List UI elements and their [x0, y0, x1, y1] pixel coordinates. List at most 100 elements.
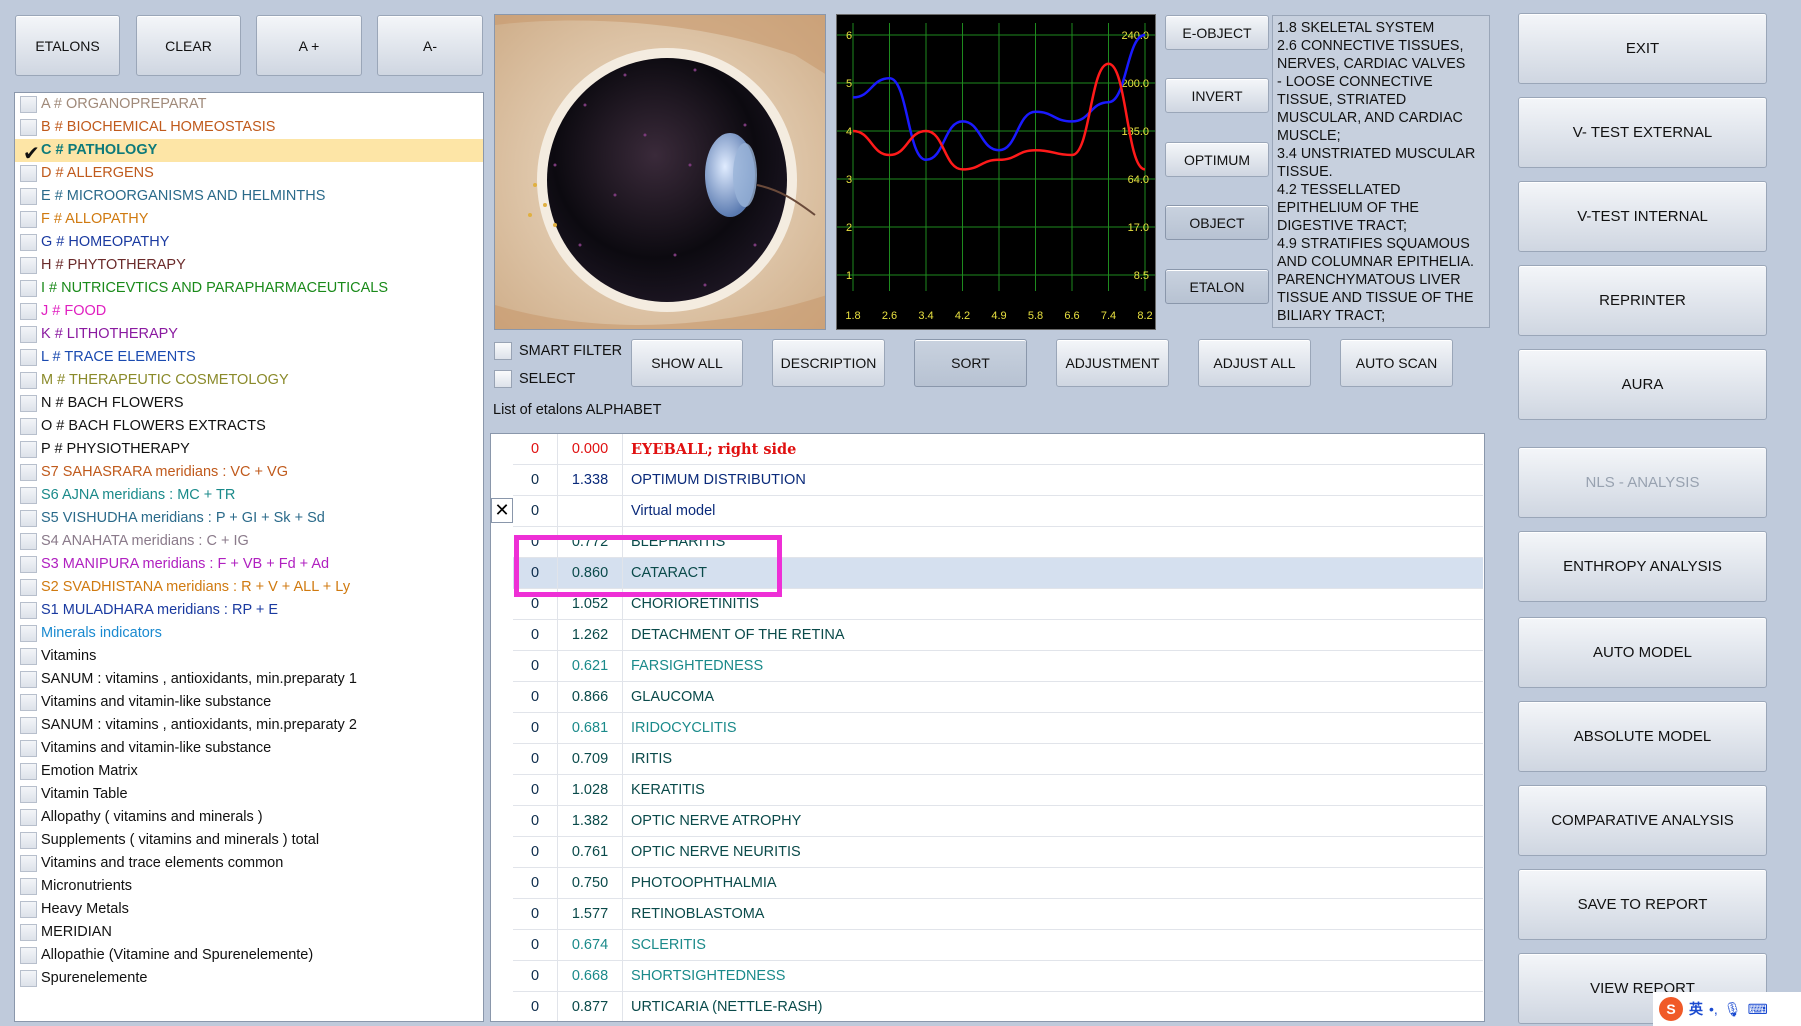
- category-item[interactable]: SANUM : vitamins , antioxidants, min.pre…: [15, 668, 483, 691]
- exit-button[interactable]: EXIT: [1518, 13, 1767, 84]
- category-checkbox[interactable]: [20, 809, 37, 826]
- category-checkbox[interactable]: [20, 257, 37, 274]
- category-checkbox[interactable]: [20, 901, 37, 918]
- select-checkbox[interactable]: SELECT: [494, 370, 575, 388]
- table-row[interactable]: 0 1.577 RETINOBLASTOMA: [513, 899, 1483, 930]
- checkbox-box[interactable]: [494, 370, 512, 388]
- category-checkbox[interactable]: [20, 464, 37, 481]
- table-row[interactable]: 0 0.860 CATARACT: [513, 558, 1483, 589]
- checkbox-box[interactable]: [494, 342, 512, 360]
- category-item[interactable]: E # MICROORGANISMS AND HELMINTHS: [15, 185, 483, 208]
- adjustment-button[interactable]: ADJUSTMENT: [1056, 339, 1169, 387]
- category-item[interactable]: A # ORGANOPREPARAT: [15, 93, 483, 116]
- category-item[interactable]: S3 MANIPURA meridians : F + VB + Fd + Ad: [15, 553, 483, 576]
- table-row[interactable]: 0 0.772 BLEPHARITIS: [513, 527, 1483, 558]
- category-item[interactable]: Vitamins and vitamin-like substance: [15, 691, 483, 714]
- category-item[interactable]: K # LITHOTHERAPY: [15, 323, 483, 346]
- category-item[interactable]: L # TRACE ELEMENTS: [15, 346, 483, 369]
- category-checkbox[interactable]: [20, 671, 37, 688]
- category-item[interactable]: ✔ C # PATHOLOGY: [15, 139, 483, 165]
- category-checkbox[interactable]: [20, 602, 37, 619]
- table-row[interactable]: 0 1.052 CHORIORETINITIS: [513, 589, 1483, 620]
- etalon-button[interactable]: ETALON: [1165, 269, 1269, 304]
- category-checkbox[interactable]: [20, 165, 37, 182]
- category-checkbox[interactable]: [20, 625, 37, 642]
- etalon-table[interactable]: 0 0.000 EYEBALL; right side 0 1.338 OPTIMUM D…: [490, 433, 1485, 1022]
- category-item[interactable]: G # HOMEOPATHY: [15, 231, 483, 254]
- table-row[interactable]: 0 0.668 SHORTSIGHTEDNESS: [513, 961, 1483, 992]
- category-item[interactable]: S7 SAHASRARA meridians : VC + VG: [15, 461, 483, 484]
- category-item[interactable]: SANUM : vitamins , antioxidants, min.pre…: [15, 714, 483, 737]
- punctuation-icon[interactable]: •,: [1709, 1001, 1718, 1017]
- smart-filter-checkbox[interactable]: SMART FILTER: [494, 342, 622, 360]
- auto-model-button[interactable]: AUTO MODEL: [1518, 617, 1767, 688]
- category-checkbox[interactable]: ✔: [20, 142, 40, 165]
- category-item[interactable]: Minerals indicators: [15, 622, 483, 645]
- category-item[interactable]: Allopathy ( vitamins and minerals ): [15, 806, 483, 829]
- category-item[interactable]: Allopathie (Vitamine and Spurenelemente): [15, 944, 483, 967]
- auto-scan-button[interactable]: AUTO SCAN: [1340, 339, 1453, 387]
- category-checkbox[interactable]: [20, 533, 37, 550]
- category-item[interactable]: I # NUTRICEVTICS AND PARAPHARMACEUTICALS: [15, 277, 483, 300]
- category-checkbox[interactable]: [20, 441, 37, 458]
- category-checkbox[interactable]: [20, 878, 37, 895]
- table-row[interactable]: 0 1.338 OPTIMUM DISTRIBUTION: [513, 465, 1483, 496]
- category-item[interactable]: MERIDIAN: [15, 921, 483, 944]
- category-checkbox[interactable]: [20, 648, 37, 665]
- v-test-internal-button[interactable]: V-TEST INTERNAL: [1518, 181, 1767, 252]
- category-item[interactable]: S5 VISHUDHA meridians : P + GI + Sk + Sd: [15, 507, 483, 530]
- category-checkbox[interactable]: [20, 694, 37, 711]
- a-plus-button[interactable]: A +: [256, 15, 362, 76]
- category-checkbox[interactable]: [20, 303, 37, 320]
- table-row[interactable]: 0 1.382 OPTIC NERVE ATROPHY: [513, 806, 1483, 837]
- category-checkbox[interactable]: [20, 740, 37, 757]
- category-checkbox[interactable]: [20, 579, 37, 596]
- category-item[interactable]: S2 SVADHISTANA meridians : R + V + ALL +…: [15, 576, 483, 599]
- nls-analysis-button[interactable]: NLS - ANALYSIS: [1518, 447, 1767, 518]
- category-item[interactable]: Supplements ( vitamins and minerals ) to…: [15, 829, 483, 852]
- category-item[interactable]: Spurenelemente: [15, 967, 483, 990]
- category-item[interactable]: Micronutrients: [15, 875, 483, 898]
- category-item[interactable]: O # BACH FLOWERS EXTRACTS: [15, 415, 483, 438]
- table-row[interactable]: 0 0.877 URTICARIA (NETTLE-RASH): [513, 992, 1483, 1021]
- category-item[interactable]: S4 ANAHATA meridians : C + IG: [15, 530, 483, 553]
- table-row[interactable]: 0 0.674 SCLERITIS: [513, 930, 1483, 961]
- sort-button[interactable]: SORT: [914, 339, 1027, 387]
- category-item[interactable]: Heavy Metals: [15, 898, 483, 921]
- category-item[interactable]: F # ALLOPATHY: [15, 208, 483, 231]
- v-test-external-button[interactable]: V- TEST EXTERNAL: [1518, 97, 1767, 168]
- category-checkbox[interactable]: [20, 280, 37, 297]
- category-checkbox[interactable]: [20, 487, 37, 504]
- close-icon[interactable]: ✕: [491, 498, 513, 523]
- table-row[interactable]: 0 1.262 DETACHMENT OF THE RETINA: [513, 620, 1483, 651]
- category-checkbox[interactable]: [20, 418, 37, 435]
- category-checkbox[interactable]: [20, 349, 37, 366]
- keyboard-icon[interactable]: ⌨: [1748, 1001, 1768, 1018]
- save-to-report-button[interactable]: SAVE TO REPORT: [1518, 869, 1767, 940]
- category-checkbox[interactable]: [20, 395, 37, 412]
- ime-logo-icon[interactable]: S: [1659, 997, 1683, 1021]
- enthropy-analysis-button[interactable]: ENTHROPY ANALYSIS: [1518, 531, 1767, 602]
- category-checkbox[interactable]: [20, 326, 37, 343]
- category-checkbox[interactable]: [20, 119, 37, 136]
- category-checkbox[interactable]: [20, 211, 37, 228]
- category-item[interactable]: P # PHYSIOTHERAPY: [15, 438, 483, 461]
- category-checkbox[interactable]: [20, 234, 37, 251]
- category-item[interactable]: D # ALLERGENS: [15, 162, 483, 185]
- category-checkbox[interactable]: [20, 947, 37, 964]
- table-row[interactable]: 0 0.761 OPTIC NERVE NEURITIS: [513, 837, 1483, 868]
- category-item[interactable]: Vitamins and trace elements common: [15, 852, 483, 875]
- category-checkbox[interactable]: [20, 188, 37, 205]
- category-checkbox[interactable]: [20, 556, 37, 573]
- invert-button[interactable]: INVERT: [1165, 78, 1269, 113]
- ime-language[interactable]: 英: [1689, 999, 1703, 1019]
- table-row[interactable]: 0 0.621 FARSIGHTEDNESS: [513, 651, 1483, 682]
- table-row[interactable]: 0 0.681 IRIDOCYCLITIS: [513, 713, 1483, 744]
- etalons-button[interactable]: ETALONS: [15, 15, 120, 76]
- category-item[interactable]: J # FOOD: [15, 300, 483, 323]
- category-item[interactable]: Emotion Matrix: [15, 760, 483, 783]
- category-checkbox[interactable]: [20, 832, 37, 849]
- table-row[interactable]: 0 0.709 IRITIS: [513, 744, 1483, 775]
- microphone-icon[interactable]: 🎙: [1724, 1001, 1742, 1018]
- aura-button[interactable]: AURA: [1518, 349, 1767, 420]
